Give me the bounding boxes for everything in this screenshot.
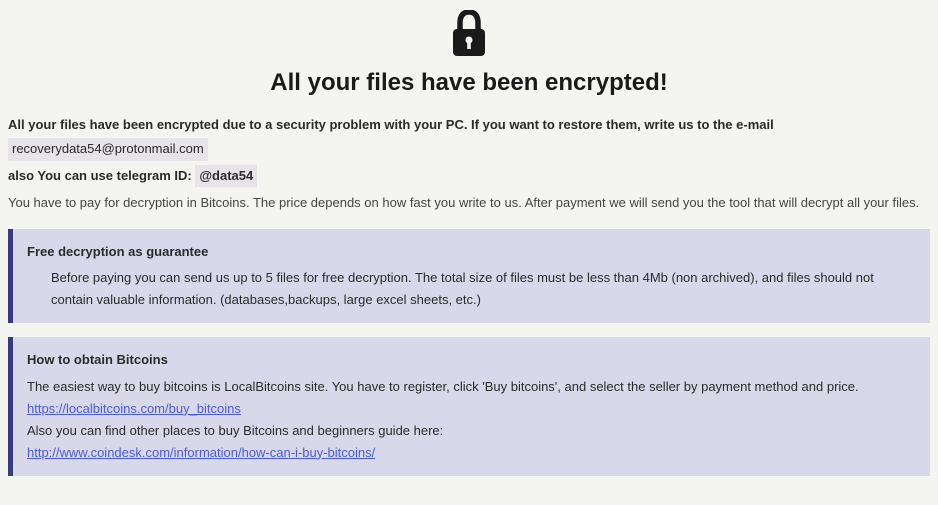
panel2-body2: Also you can find other places to buy Bi… bbox=[27, 420, 916, 442]
telegram-line: also You can use telegram ID: @data54 bbox=[8, 168, 257, 183]
payment-note: You have to pay for decryption in Bitcoi… bbox=[8, 192, 930, 215]
telegram-id: @data54 bbox=[195, 165, 257, 188]
header: All your files have been encrypted! bbox=[8, 10, 930, 97]
panel2-body1: The easiest way to buy bitcoins is Local… bbox=[27, 376, 916, 398]
page-title: All your files have been encrypted! bbox=[8, 69, 930, 97]
contact-email: recoverydata54@protonmail.com bbox=[8, 138, 208, 161]
panel1-body: Before paying you can send us up to 5 fi… bbox=[27, 267, 916, 311]
lock-icon bbox=[448, 10, 490, 61]
intro-block: All your files have been encrypted due t… bbox=[8, 115, 930, 215]
panel-free-decryption: Free decryption as guarantee Before payi… bbox=[8, 229, 930, 323]
panel1-title: Free decryption as guarantee bbox=[27, 241, 916, 263]
panel-obtain-bitcoins: How to obtain Bitcoins The easiest way t… bbox=[8, 337, 930, 475]
telegram-prefix: also You can use telegram ID: bbox=[8, 168, 195, 183]
link-coindesk[interactable]: http://www.coindesk.com/information/how-… bbox=[27, 445, 375, 460]
link-localbitcoins[interactable]: https://localbitcoins.com/buy_bitcoins bbox=[27, 401, 241, 416]
panel2-title: How to obtain Bitcoins bbox=[27, 349, 916, 371]
intro-line1: All your files have been encrypted due t… bbox=[8, 117, 774, 132]
